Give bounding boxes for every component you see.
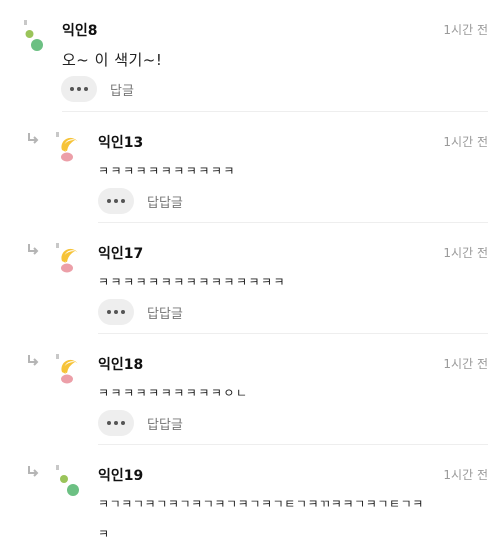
avatar-moon-icon (56, 243, 78, 273)
comment-item: 익인19 1시간 전 ㅋㄱㅋㄱㅋㄱㅋㄱㅋㄱㅋㄱㅋㄱㅋㄱㅌㄱㅋㄲㅋㅋㄱㅋㄱㅌㄱㅋ … (0, 445, 500, 546)
comment-text: ㅋㅋㅋㅋㅋㅋㅋㅋㅋㅋㅋ (98, 164, 236, 178)
comment-time: 1시간 전 (443, 23, 488, 37)
reply-arrow-icon (28, 244, 39, 255)
more-button[interactable] (98, 410, 134, 436)
comment-time: 1시간 전 (443, 468, 488, 482)
reply-button[interactable]: 답답글 (147, 414, 183, 433)
comment-item: 익인18 1시간 전 ㅋㅋㅋㅋㅋㅋㅋㅋㅋㅋㅇㄴ 답답글 (0, 334, 500, 445)
comment-text-continued: ㅋ (98, 527, 111, 541)
comment-author[interactable]: 익인8 (62, 20, 98, 40)
comment-text: ㅋㅋㅋㅋㅋㅋㅋㅋㅋㅋㅋㅋㅋㅋㅋ (98, 275, 287, 289)
avatar-moon-icon (56, 354, 78, 384)
reply-button[interactable]: 답답글 (147, 192, 183, 211)
comment-item: 익인8 1시간 전 오~ 이 색기~! 답글 (0, 0, 500, 112)
more-dots-icon (107, 310, 111, 314)
comment-author[interactable]: 익인18 (98, 354, 143, 374)
more-button[interactable] (98, 299, 134, 325)
comment-time: 1시간 전 (443, 246, 488, 260)
more-dots-icon (107, 199, 111, 203)
comment-item: 익인13 1시간 전 ㅋㅋㅋㅋㅋㅋㅋㅋㅋㅋㅋ 답답글 (0, 112, 500, 223)
comment-item: 익인17 1시간 전 ㅋㅋㅋㅋㅋㅋㅋㅋㅋㅋㅋㅋㅋㅋㅋ 답답글 (0, 223, 500, 334)
more-dots-icon (70, 87, 74, 91)
more-button[interactable] (98, 188, 134, 214)
comment-author[interactable]: 익인13 (98, 132, 143, 152)
comment-text: ㅋㄱㅋㄱㅋㄱㅋㄱㅋㄱㅋㄱㅋㄱㅋㄱㅌㄱㅋㄲㅋㅋㄱㅋㄱㅌㄱㅋ (98, 497, 424, 511)
avatar-dots-icon (24, 20, 43, 51)
comment-text: 오~ 이 색기~! (62, 51, 163, 69)
avatar-moon-icon (56, 132, 78, 162)
reply-arrow-icon (28, 133, 39, 144)
more-dots-icon (107, 421, 111, 425)
reply-arrow-icon (28, 466, 39, 477)
comment-time: 1시간 전 (443, 357, 488, 371)
more-button[interactable] (61, 76, 97, 102)
comment-feed: 익인8 1시간 전 오~ 이 색기~! 답글 익인13 1시간 전 ㅋㅋㅋㅋㅋㅋ… (0, 0, 500, 546)
reply-button[interactable]: 답글 (110, 80, 134, 99)
comment-time: 1시간 전 (443, 135, 488, 149)
comment-author[interactable]: 익인19 (98, 465, 143, 485)
comment-text: ㅋㅋㅋㅋㅋㅋㅋㅋㅋㅋㅇㄴ (98, 386, 249, 400)
reply-button[interactable]: 답답글 (147, 303, 183, 322)
avatar-dots-icon (56, 465, 79, 496)
reply-arrow-icon (28, 355, 39, 366)
comment-author[interactable]: 익인17 (98, 243, 143, 263)
